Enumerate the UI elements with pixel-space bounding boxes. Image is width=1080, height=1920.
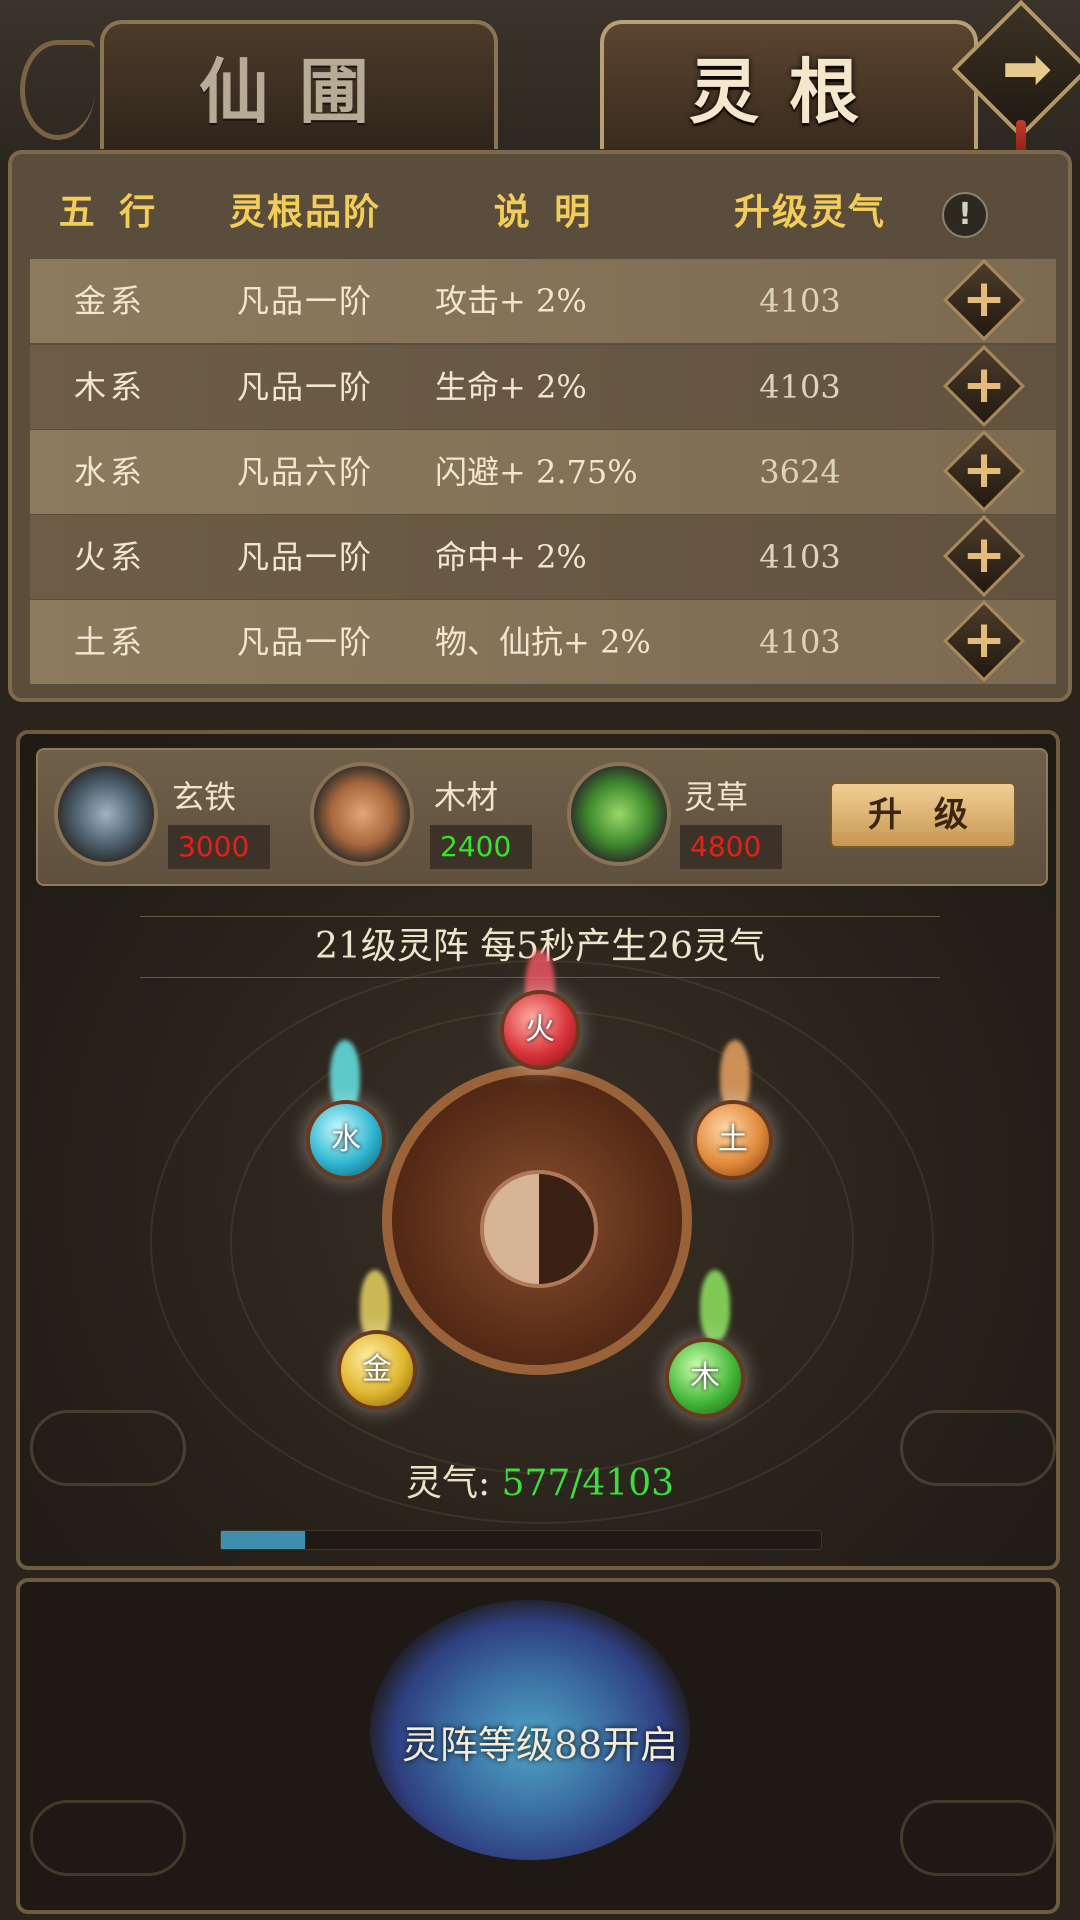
row-element: 土系 bbox=[73, 623, 146, 661]
resource-iron-name: 玄铁 bbox=[172, 778, 237, 816]
header-desc: 说 明 bbox=[493, 191, 597, 233]
metal-orb[interactable]: 金 bbox=[337, 1330, 417, 1410]
tab-spirit-root[interactable]: 灵根 bbox=[600, 20, 978, 149]
row-grade: 凡品一阶 bbox=[236, 623, 373, 661]
plus-icon[interactable]: + bbox=[955, 440, 1013, 500]
qi-readout: 灵气: 577/4103 bbox=[300, 1456, 780, 1512]
earth-orb-label: 土 bbox=[718, 1122, 748, 1157]
row-cost: 4103 bbox=[759, 623, 841, 661]
row-grade: 凡品一阶 bbox=[236, 538, 373, 576]
wood-flame bbox=[700, 1270, 730, 1340]
row-element: 金系 bbox=[73, 282, 146, 320]
plus-icon[interactable]: + bbox=[955, 525, 1013, 585]
table-row: 水系 凡品六阶 闪避+ 2.75% 3624 + bbox=[30, 429, 1056, 514]
earth-orb[interactable]: 土 bbox=[693, 1100, 773, 1180]
header-cost: 升级灵气 bbox=[733, 191, 886, 233]
table-row: 木系 凡品一阶 生命+ 2% 4103 + bbox=[30, 344, 1056, 429]
resource-wood-value: 2400 bbox=[430, 825, 532, 869]
row-cost: 4103 bbox=[759, 538, 841, 576]
cloud-ornament bbox=[30, 1410, 186, 1486]
cloud-ornament bbox=[900, 1410, 1056, 1486]
wood-logs-icon bbox=[310, 762, 414, 866]
row-element: 火系 bbox=[73, 538, 146, 576]
wood-orb-label: 木 bbox=[690, 1360, 720, 1395]
metal-orb-label: 金 bbox=[362, 1352, 392, 1387]
cloud-ornament bbox=[900, 1800, 1056, 1876]
tab-spirit-root-label: 灵根 bbox=[689, 50, 889, 133]
resource-iron-value: 3000 bbox=[168, 825, 270, 869]
row-element: 水系 bbox=[73, 453, 146, 491]
resource-herb-name: 灵草 bbox=[684, 778, 749, 816]
row-cost: 3624 bbox=[759, 453, 841, 491]
qi-progress-bar bbox=[220, 1530, 822, 1550]
row-cost: 4103 bbox=[759, 368, 841, 406]
tab-garden[interactable]: 仙圃 bbox=[100, 20, 498, 149]
arrow-right-icon[interactable]: ➡ bbox=[987, 34, 1067, 104]
qi-progress-fill bbox=[221, 1531, 305, 1549]
locked-text: 灵阵等级88开启 bbox=[401, 1723, 679, 1767]
table-row: 土系 凡品一阶 物、仙抗+ 2% 4103 + bbox=[30, 599, 1056, 684]
herb-icon bbox=[567, 762, 671, 866]
cloud-ornament bbox=[30, 1800, 186, 1876]
qi-label: 灵气: bbox=[405, 1463, 491, 1504]
table-row: 金系 凡品一阶 攻击+ 2% 4103 + bbox=[30, 258, 1056, 343]
tab-garden-label: 仙圃 bbox=[199, 50, 399, 133]
header-element: 五 行 bbox=[58, 191, 162, 233]
row-element: 木系 bbox=[73, 368, 146, 406]
iron-ingot-icon bbox=[54, 762, 158, 866]
wood-orb[interactable]: 木 bbox=[665, 1338, 745, 1418]
upgrade-button[interactable]: 升 级 bbox=[830, 782, 1016, 848]
qi-value: 577/4103 bbox=[501, 1463, 675, 1504]
resource-herb-value: 4800 bbox=[680, 825, 782, 869]
plus-icon[interactable]: + bbox=[955, 610, 1013, 670]
fire-orb[interactable]: 火 bbox=[500, 990, 580, 1070]
plus-icon[interactable]: + bbox=[955, 355, 1013, 415]
fire-orb-label: 火 bbox=[525, 1012, 555, 1047]
info-icon[interactable]: ! bbox=[942, 192, 988, 238]
water-orb-label: 水 bbox=[331, 1122, 361, 1157]
water-orb[interactable]: 水 bbox=[306, 1100, 386, 1180]
header-grade: 灵根品阶 bbox=[228, 191, 381, 233]
taiji-icon bbox=[480, 1170, 598, 1288]
table-row: 火系 凡品一阶 命中+ 2% 4103 + bbox=[30, 514, 1056, 599]
row-grade: 凡品一阶 bbox=[236, 282, 373, 320]
row-cost: 4103 bbox=[759, 282, 841, 320]
plus-icon[interactable]: + bbox=[955, 269, 1013, 329]
row-grade: 凡品一阶 bbox=[236, 368, 373, 406]
table-header: 五 行 灵根品阶 说 明 升级灵气 bbox=[30, 172, 1050, 252]
resource-wood-name: 木材 bbox=[434, 778, 499, 816]
row-grade: 凡品六阶 bbox=[236, 453, 373, 491]
scroll-ornament-icon bbox=[20, 40, 95, 140]
